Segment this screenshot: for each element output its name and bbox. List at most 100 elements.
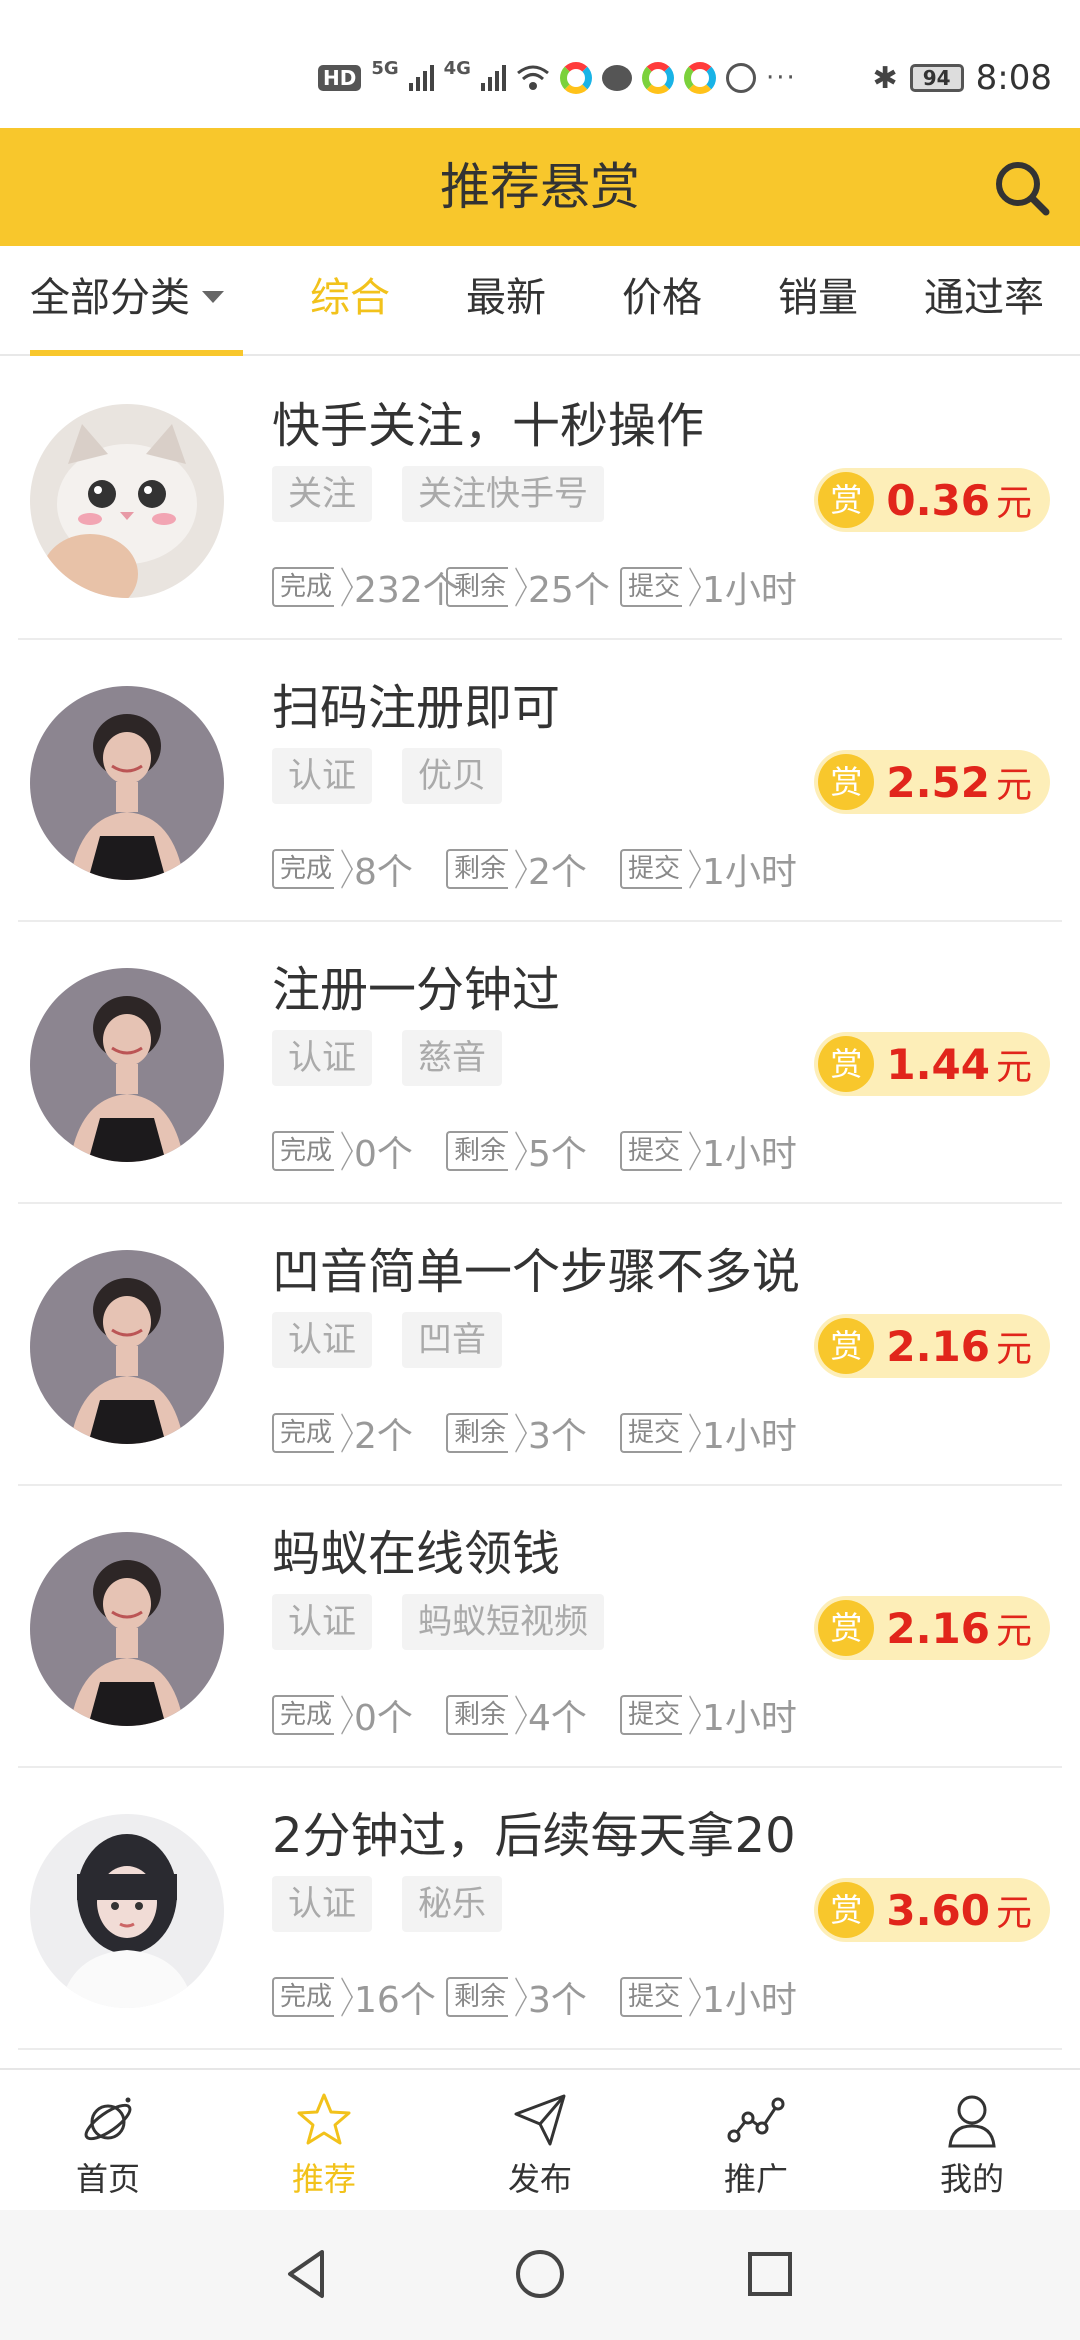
signal-icon xyxy=(480,65,506,91)
nav-label: 发布 xyxy=(507,2160,572,2198)
reward-amount: 1.44 xyxy=(886,1039,990,1089)
stat-label: 完成 xyxy=(272,567,335,607)
nav-label: 我的 xyxy=(939,2160,1004,2198)
reward-unit: 元 xyxy=(995,1611,1032,1652)
filter-tabs: 全部分类 综合 最新 价格 销量 通过率 xyxy=(0,246,1080,356)
stat-label: 提交 xyxy=(620,567,683,607)
status-right: ✱ 94 8:08 xyxy=(873,56,1053,100)
tab-latest[interactable]: 最新 xyxy=(446,246,566,356)
stat-value: 1小时 xyxy=(702,1416,797,1457)
task-tag: 认证 xyxy=(272,1594,372,1650)
stat-done: 完成 0个 xyxy=(272,1126,413,1176)
stat-left: 剩余 2个 xyxy=(446,844,587,894)
stat-value: 4个 xyxy=(528,1698,587,1739)
nav-mine[interactable]: 我的 xyxy=(864,2070,1080,2212)
task-row[interactable]: 2分钟过，后续每天拿20 认证 秘乐 赏 3.60 元 完成 16个 剩余 3个… xyxy=(18,1768,1062,2050)
clock: 8:08 xyxy=(975,58,1052,98)
back-triangle-icon[interactable] xyxy=(276,2242,340,2306)
nav-label: 首页 xyxy=(75,2160,140,2198)
task-title: 凹音简单一个步骤不多说 xyxy=(272,1244,801,1300)
task-tags: 认证 凹音 xyxy=(272,1312,502,1368)
battery-icon: 94 xyxy=(909,64,964,92)
reward-amount: 2.16 xyxy=(886,1603,990,1653)
task-row[interactable]: 凹音简单一个步骤不多说 认证 凹音 赏 2.16 元 完成 2个 剩余 3个 提… xyxy=(18,1204,1062,1486)
reward-pill: 赏 0.36 元 xyxy=(814,468,1050,532)
nav-label: 推广 xyxy=(723,2160,788,2198)
cat-avatar xyxy=(30,404,224,598)
home-circle-icon[interactable] xyxy=(508,2242,572,2306)
nav-promote[interactable]: 推广 xyxy=(648,2070,864,2212)
stat-done: 完成 232个 xyxy=(272,562,459,612)
stat-label: 剩余 xyxy=(446,849,509,889)
stat-left: 剩余 3个 xyxy=(446,1408,587,1458)
nav-label: 推荐 xyxy=(291,2160,356,2198)
reward-pill: 赏 3.60 元 xyxy=(814,1878,1050,1942)
task-title: 扫码注册即可 xyxy=(272,680,561,736)
message-icon xyxy=(601,65,632,91)
stat-value: 1小时 xyxy=(702,570,797,611)
task-row[interactable]: 蚂蚁在线领钱 认证 蚂蚁短视频 赏 2.16 元 完成 0个 剩余 4个 提交 … xyxy=(18,1486,1062,1768)
task-tag: 认证 xyxy=(272,1876,372,1932)
stat-label: 完成 xyxy=(272,1413,335,1453)
category-underline xyxy=(30,350,243,356)
stat-label: 提交 xyxy=(620,1977,683,2017)
stat-label: 完成 xyxy=(272,1977,335,2017)
reward-pill: 赏 2.16 元 xyxy=(814,1314,1050,1378)
category-label: 全部分类 xyxy=(30,275,190,321)
task-row[interactable]: 扫码注册即可 认证 优贝 赏 2.52 元 完成 8个 剩余 2个 提交 1小时 xyxy=(18,640,1062,922)
app-header: 推荐悬赏 xyxy=(0,128,1080,246)
girl-avatar xyxy=(30,1532,224,1726)
app-notification-icon xyxy=(641,62,674,94)
girl-avatar xyxy=(30,686,224,880)
category-dropdown[interactable]: 全部分类 xyxy=(30,246,224,356)
stat-label: 完成 xyxy=(272,1695,335,1735)
stat-value: 1小时 xyxy=(702,1134,797,1175)
app-notification-icon xyxy=(559,62,592,94)
stat-label: 提交 xyxy=(620,1695,683,1735)
reward-badge: 赏 xyxy=(818,754,875,810)
reward-unit: 元 xyxy=(995,1047,1032,1088)
tab-pass-rate[interactable]: 通过率 xyxy=(904,246,1064,356)
nav-home[interactable]: 首页 xyxy=(0,2070,216,2212)
task-title: 注册一分钟过 xyxy=(272,962,561,1018)
search-icon[interactable] xyxy=(992,158,1052,218)
reward-unit: 元 xyxy=(995,1893,1032,1934)
reward-amount: 0.36 xyxy=(886,475,990,525)
reward-unit: 元 xyxy=(995,765,1032,806)
task-tag: 凹音 xyxy=(402,1312,502,1368)
stat-submit: 提交 1小时 xyxy=(620,844,797,894)
reward-pill: 赏 2.16 元 xyxy=(814,1596,1050,1660)
task-row[interactable]: 注册一分钟过 认证 慈音 赏 1.44 元 完成 0个 剩余 5个 提交 1小时 xyxy=(18,922,1062,1204)
status-bar: HD 5G 4G ··· ✱ 94 8:08 xyxy=(0,0,1080,128)
stat-value: 8个 xyxy=(354,852,413,893)
tab-overall[interactable]: 综合 xyxy=(290,246,410,356)
stat-label: 剩余 xyxy=(446,1695,509,1735)
signal-icon xyxy=(408,65,434,91)
stat-value: 1小时 xyxy=(702,852,797,893)
hand-icon xyxy=(725,63,756,93)
recent-square-icon[interactable] xyxy=(738,2242,802,2306)
task-stats: 完成 0个 剩余 4个 提交 1小时 xyxy=(272,1690,1052,1740)
stat-done: 完成 0个 xyxy=(272,1690,413,1740)
reward-badge: 赏 xyxy=(818,1600,875,1656)
task-tag: 认证 xyxy=(272,1030,372,1086)
nav-recommend[interactable]: 推荐 xyxy=(216,2070,432,2212)
reward-amount: 3.60 xyxy=(886,1885,990,1935)
stat-value: 1小时 xyxy=(702,1698,797,1739)
stat-value: 16个 xyxy=(354,1980,436,2021)
nav-publish[interactable]: 发布 xyxy=(432,2070,648,2212)
tab-price[interactable]: 价格 xyxy=(602,246,722,356)
task-stats: 完成 0个 剩余 5个 提交 1小时 xyxy=(272,1126,1052,1176)
task-row[interactable]: 快手关注，十秒操作 关注 关注快手号 赏 0.36 元 完成 232个 剩余 2… xyxy=(18,358,1062,640)
dropdown-arrow-icon xyxy=(202,291,224,303)
stat-submit: 提交 1小时 xyxy=(620,1972,797,2022)
bottom-nav: 首页 推荐 发布 推广 我的 xyxy=(0,2068,1080,2210)
stat-left: 剩余 3个 xyxy=(446,1972,587,2022)
stat-done: 完成 2个 xyxy=(272,1408,413,1458)
stat-done: 完成 8个 xyxy=(272,844,413,894)
task-title: 2分钟过，后续每天拿20 xyxy=(272,1808,796,1864)
stat-value: 5个 xyxy=(528,1134,587,1175)
stat-value: 2个 xyxy=(354,1416,413,1457)
reward-pill: 赏 2.52 元 xyxy=(814,750,1050,814)
tab-sales[interactable]: 销量 xyxy=(758,246,878,356)
